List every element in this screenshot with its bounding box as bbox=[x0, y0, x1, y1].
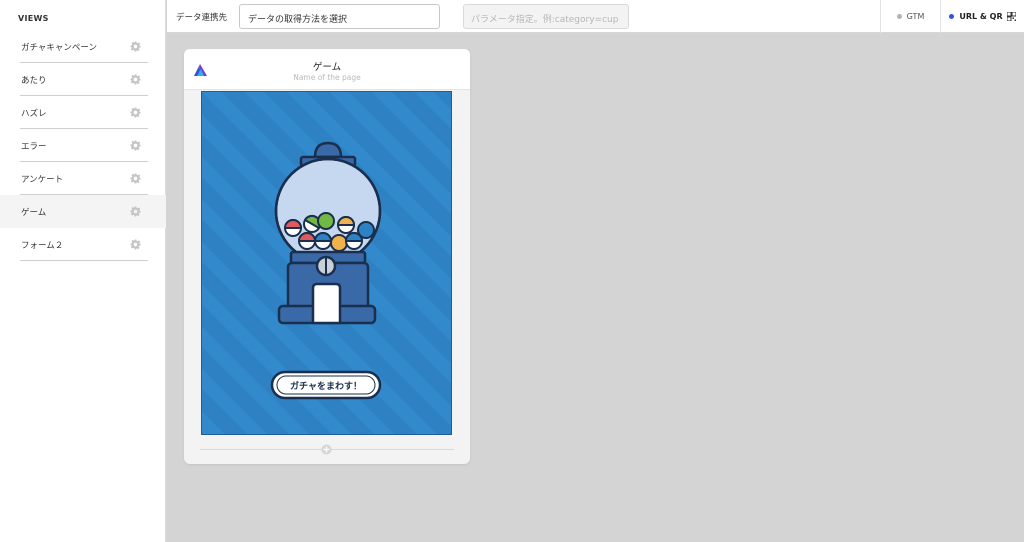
view-item-atari[interactable]: あたり bbox=[0, 63, 166, 96]
view-item-label: あたり bbox=[21, 75, 47, 86]
view-item-form-2[interactable]: フォーム２ bbox=[0, 228, 166, 261]
game-preview[interactable]: ガチャをまわす！ bbox=[201, 91, 452, 435]
add-section-icon[interactable] bbox=[321, 444, 332, 455]
view-item-error[interactable]: エラー bbox=[0, 129, 166, 162]
view-item-game[interactable]: ゲーム bbox=[0, 195, 166, 228]
view-item-label: ゲーム bbox=[21, 207, 47, 218]
page-title: ゲーム bbox=[312, 62, 342, 73]
qr-code-icon bbox=[1006, 12, 1016, 21]
view-item-label: アンケート bbox=[21, 174, 64, 185]
page-card-header: ゲーム Name of the page bbox=[184, 49, 470, 90]
gear-icon[interactable] bbox=[130, 173, 141, 184]
gtm-label: GTM bbox=[906, 12, 925, 21]
views-heading: VIEWS bbox=[18, 14, 49, 23]
top-toolbar: データ連携先 データの取得方法を選択 パラメータ指定。例:category=cu… bbox=[167, 0, 1024, 33]
data-link-label: データ連携先 bbox=[176, 13, 228, 23]
page-card[interactable]: ゲーム Name of the page ガチャをまわす！ bbox=[184, 49, 470, 464]
url-qr-button[interactable]: URL & QR bbox=[940, 0, 1024, 33]
view-item-hazure[interactable]: ハズレ bbox=[0, 96, 166, 129]
view-item-label: エラー bbox=[21, 141, 47, 152]
page-subtitle: Name of the page bbox=[293, 73, 361, 82]
gear-icon[interactable] bbox=[130, 74, 141, 85]
gear-icon[interactable] bbox=[130, 140, 141, 151]
gear-icon[interactable] bbox=[130, 239, 141, 250]
gtm-button[interactable]: GTM bbox=[880, 0, 940, 33]
url-status-dot bbox=[949, 14, 955, 19]
views-sidebar: VIEWS ガチャキャンペーン あたり ハズレ エラー アンケート ゲーム フォ… bbox=[0, 0, 166, 542]
url-qr-label: URL & QR bbox=[959, 12, 1003, 21]
parameter-input[interactable]: パラメータ指定。例:category=cup bbox=[463, 4, 629, 29]
view-list: ガチャキャンペーン あたり ハズレ エラー アンケート ゲーム フォーム２ bbox=[0, 30, 166, 261]
view-item-label: ガチャキャンペーン bbox=[21, 42, 97, 53]
gear-icon[interactable] bbox=[130, 107, 141, 118]
view-item-label: ハズレ bbox=[21, 108, 47, 119]
view-item-label: フォーム２ bbox=[21, 240, 64, 251]
view-item-gacha-campaign[interactable]: ガチャキャンペーン bbox=[0, 30, 166, 63]
gear-icon[interactable] bbox=[130, 41, 141, 52]
divider bbox=[20, 260, 148, 261]
data-source-select[interactable]: データの取得方法を選択 bbox=[239, 4, 440, 29]
gtm-status-dot bbox=[896, 14, 902, 19]
gear-icon[interactable] bbox=[130, 206, 141, 217]
spin-gacha-button-label[interactable]: ガチャをまわす！ bbox=[272, 372, 380, 398]
view-item-survey[interactable]: アンケート bbox=[0, 162, 166, 195]
